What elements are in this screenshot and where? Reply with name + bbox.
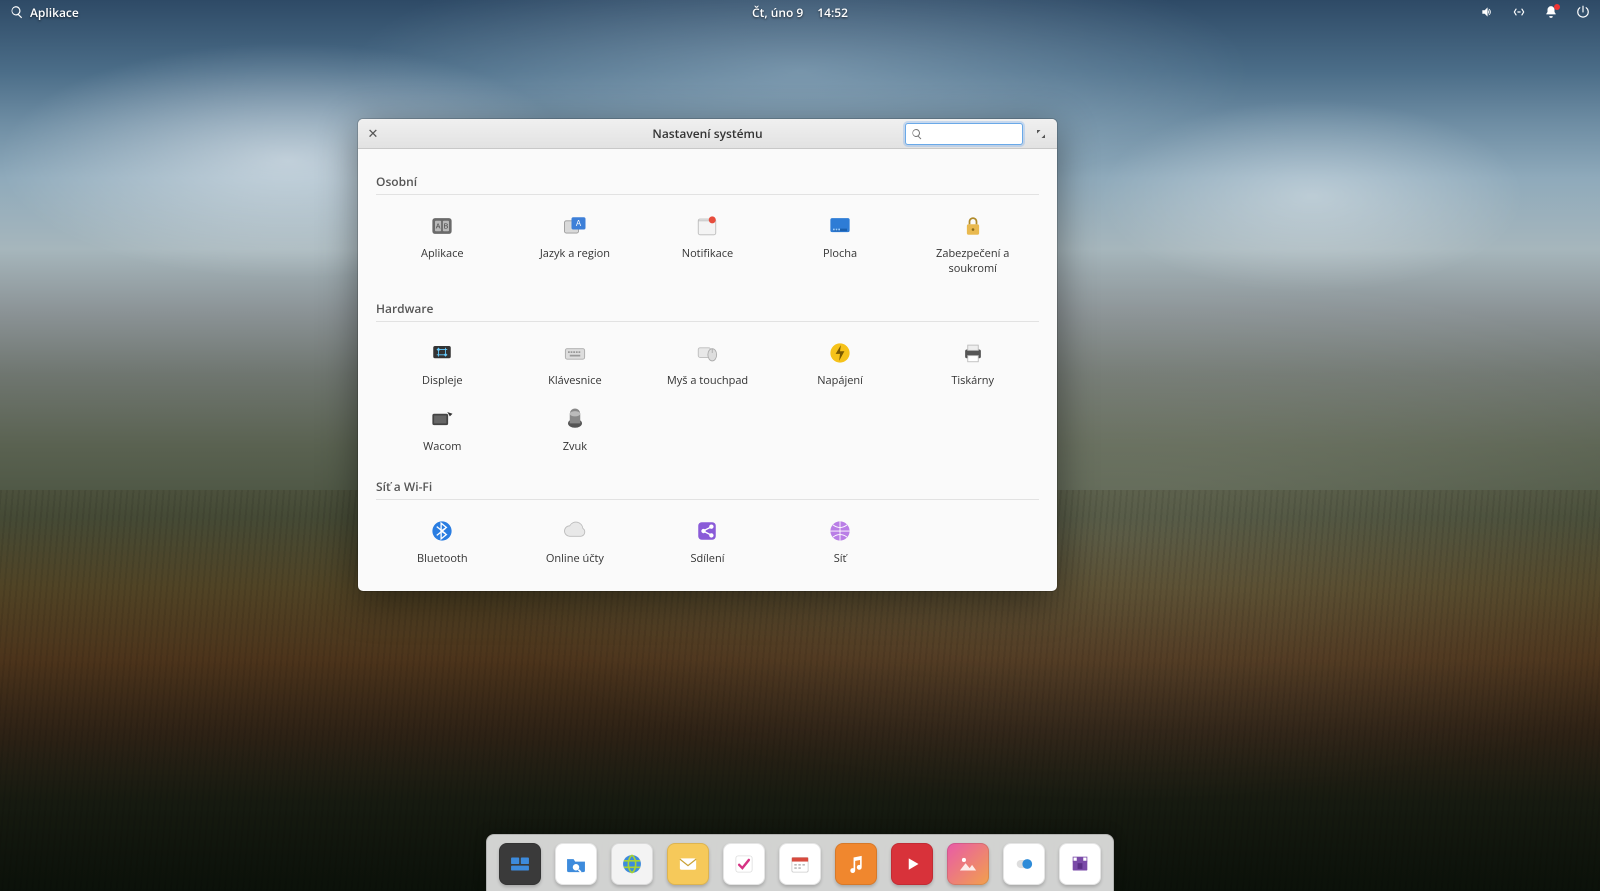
section-title-hardware: Hardware (376, 300, 1039, 317)
dock-tasks[interactable] (723, 843, 765, 885)
settings-item-language-region[interactable]: A Jazyk a region (509, 205, 642, 286)
settings-item-printers[interactable]: Tiskárny (906, 332, 1039, 398)
dock-files[interactable] (555, 843, 597, 885)
mouse-icon (692, 338, 722, 368)
settings-item-keyboard[interactable]: Klávesnice (509, 332, 642, 398)
window-titlebar[interactable]: ✕ Nastavení systému (358, 119, 1057, 149)
item-label: Bluetooth (417, 551, 468, 566)
bluetooth-icon (427, 516, 457, 546)
settings-item-sharing[interactable]: Sdílení (641, 510, 774, 576)
power-icon[interactable] (1576, 5, 1590, 19)
share-icon (692, 516, 722, 546)
settings-item-notifications[interactable]: Notifikace (641, 205, 774, 286)
keyboard-icon (560, 338, 590, 368)
displays-icon (427, 338, 457, 368)
dock-multitasking[interactable] (499, 843, 541, 885)
dock-calendar[interactable] (779, 843, 821, 885)
section-separator (376, 499, 1039, 500)
desktop-icon (825, 211, 855, 241)
settings-item-security-privacy[interactable]: Zabezpečení a soukromí (906, 205, 1039, 286)
settings-item-wacom[interactable]: Wacom (376, 398, 509, 464)
search-input[interactable] (927, 128, 1017, 140)
settings-item-bluetooth[interactable]: Bluetooth (376, 510, 509, 576)
top-panel: Aplikace Čt, úno 9 14:52 (0, 0, 1600, 24)
item-label: Jazyk a region (540, 246, 610, 261)
svg-text:B: B (444, 224, 449, 231)
dock-mail[interactable] (667, 843, 709, 885)
dock-videos[interactable] (891, 843, 933, 885)
settings-search[interactable] (905, 123, 1023, 145)
settings-item-power[interactable]: Napájení (774, 332, 907, 398)
close-button[interactable]: ✕ (364, 125, 382, 143)
maximize-button[interactable] (1031, 124, 1051, 144)
dock-music[interactable] (835, 843, 877, 885)
section-title-network: Síť a Wi-Fi (376, 478, 1039, 495)
settings-item-mouse-touchpad[interactable]: Myš a touchpad (641, 332, 774, 398)
system-settings-window: ✕ Nastavení systému Osobní AB Aplikace (358, 119, 1057, 591)
section-title-personal: Osobní (376, 173, 1039, 190)
settings-item-displays[interactable]: Displeje (376, 332, 509, 398)
item-label: Wacom (423, 439, 461, 454)
item-label: Sdílení (690, 551, 724, 566)
applications-menu[interactable]: Aplikace (10, 4, 79, 21)
lock-icon (958, 211, 988, 241)
settings-item-sound[interactable]: Zvuk (509, 398, 642, 464)
dock-appcenter[interactable] (1059, 843, 1101, 885)
section-separator (376, 194, 1039, 195)
language-icon: A (560, 211, 590, 241)
item-label: Zvuk (563, 439, 587, 454)
section-title-system: Systém (376, 590, 1039, 591)
dock-web[interactable] (611, 843, 653, 885)
svg-text:A: A (436, 224, 441, 231)
notifications-settings-icon (692, 211, 722, 241)
item-label: Tiskárny (951, 373, 994, 388)
cloud-icon (560, 516, 590, 546)
notification-badge (1554, 4, 1560, 10)
network-icon[interactable] (1512, 5, 1526, 19)
printer-icon (958, 338, 988, 368)
search-icon (10, 5, 24, 19)
volume-icon[interactable] (1480, 5, 1494, 19)
apps-icon: AB (427, 211, 457, 241)
speaker-icon (560, 404, 590, 434)
item-label: Napájení (817, 373, 863, 388)
dock-settings[interactable] (1003, 843, 1045, 885)
settings-item-desktop[interactable]: Plocha (774, 205, 907, 286)
item-label: Klávesnice (548, 373, 602, 388)
dock-photos[interactable] (947, 843, 989, 885)
item-label: Síť (834, 551, 847, 566)
globe-icon (825, 516, 855, 546)
settings-item-applications[interactable]: AB Aplikace (376, 205, 509, 286)
settings-item-online-accounts[interactable]: Online účty (509, 510, 642, 576)
item-label: Aplikace (421, 246, 464, 261)
power-settings-icon (825, 338, 855, 368)
item-label: Zabezpečení a soukromí (910, 246, 1035, 276)
item-label: Plocha (823, 246, 857, 261)
applications-menu-label: Aplikace (30, 4, 79, 21)
item-label: Displeje (422, 373, 463, 388)
search-icon (911, 123, 923, 145)
dock (486, 834, 1114, 891)
settings-item-network[interactable]: Síť (774, 510, 907, 576)
panel-date[interactable]: Čt, úno 9 (752, 4, 803, 21)
section-separator (376, 321, 1039, 322)
svg-text:A: A (576, 219, 582, 228)
item-label: Notifikace (682, 246, 733, 261)
tablet-icon (427, 404, 457, 434)
window-title: Nastavení systému (652, 125, 762, 142)
item-label: Online účty (546, 551, 604, 566)
notifications-icon[interactable] (1544, 5, 1558, 19)
item-label: Myš a touchpad (667, 373, 748, 388)
panel-time[interactable]: 14:52 (817, 4, 848, 21)
settings-body: Osobní AB Aplikace A Jazyk a region Noti… (358, 149, 1057, 591)
